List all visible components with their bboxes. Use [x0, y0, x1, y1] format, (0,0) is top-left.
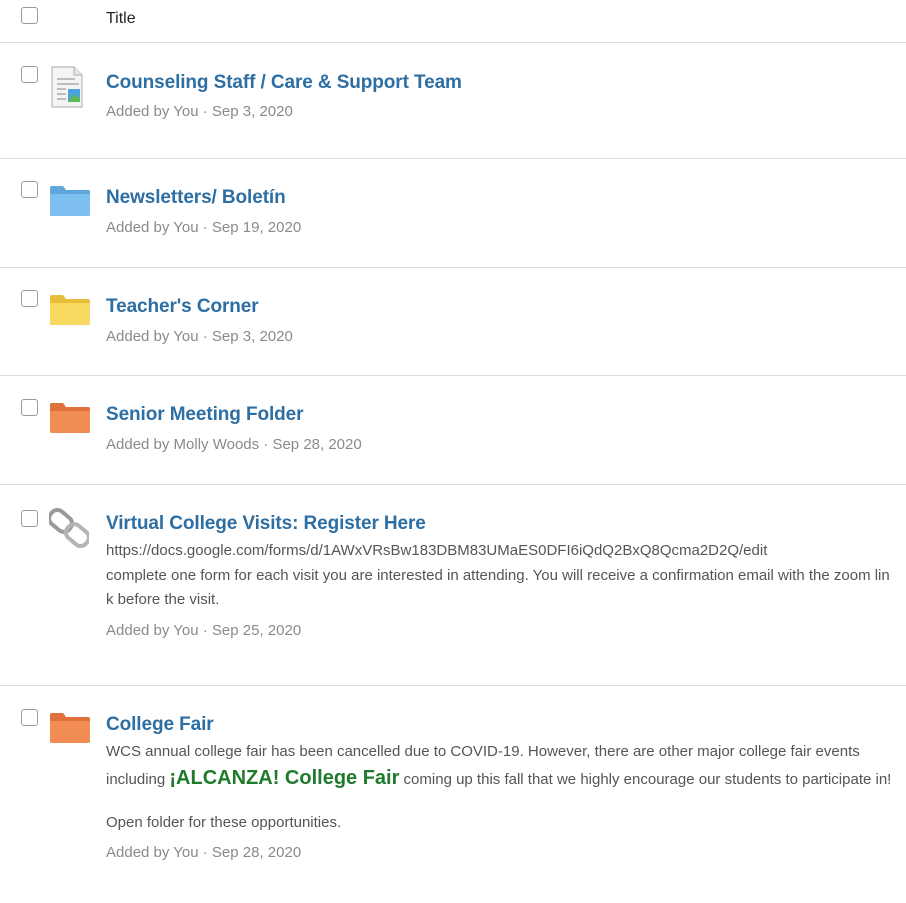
list-item: Counseling Staff / Care & Support Team A…: [0, 43, 906, 159]
folder-icon: [49, 185, 91, 222]
alcanza-highlight: ¡ALCANZA! College Fair: [169, 767, 400, 789]
item-description-2: Open folder for these opportunities.: [106, 814, 342, 831]
title-column-header: Title: [106, 10, 136, 27]
list-item: Teacher's Corner Added by You · Sep 3, 2…: [0, 268, 906, 376]
item-title-link[interactable]: College Fair: [106, 713, 896, 737]
item-description: complete one form for each visit you are…: [106, 567, 890, 608]
list-item: Newsletters/ Boletín Added by You · Sep …: [0, 159, 906, 268]
document-icon: [49, 66, 85, 113]
folder-icon: [49, 402, 91, 439]
item-checkbox[interactable]: [21, 290, 38, 307]
item-meta: Added by You · Sep 3, 2020: [106, 103, 293, 120]
item-checkbox[interactable]: [21, 399, 38, 416]
list-item: College Fair WCS annual college fair has…: [0, 686, 906, 903]
item-title-link[interactable]: Senior Meeting Folder: [106, 403, 896, 427]
item-title-link[interactable]: Counseling Staff / Care & Support Team: [106, 71, 896, 95]
item-meta: Added by You · Sep 19, 2020: [106, 219, 302, 236]
item-description: WCS annual college fair has been cancell…: [106, 739, 896, 793]
item-url[interactable]: https://docs.google.com/forms/d/1AWxVRsB…: [106, 540, 896, 562]
item-title-link[interactable]: Virtual College Visits: Register Here: [106, 512, 896, 536]
item-meta: Added by You · Sep 28, 2020: [106, 844, 302, 861]
list-item: Senior Meeting Folder Added by Molly Woo…: [0, 376, 906, 485]
file-list: Title Counseling Staff / Care & Support …: [0, 0, 906, 903]
select-all-checkbox[interactable]: [21, 7, 38, 24]
description-text: coming up this fall that we highly encou…: [399, 771, 892, 788]
list-header: Title: [0, 0, 906, 43]
link-icon: [47, 504, 91, 557]
folder-icon: [49, 294, 91, 331]
item-checkbox[interactable]: [21, 66, 38, 83]
item-title-link[interactable]: Teacher's Corner: [106, 295, 896, 319]
folder-icon: [49, 712, 91, 749]
item-checkbox[interactable]: [21, 709, 38, 726]
item-meta: Added by You · Sep 3, 2020: [106, 328, 293, 345]
item-meta: Added by Molly Woods · Sep 28, 2020: [106, 436, 362, 453]
item-checkbox[interactable]: [21, 181, 38, 198]
list-item: Virtual College Visits: Register Here ht…: [0, 485, 906, 686]
item-title-link[interactable]: Newsletters/ Boletín: [106, 186, 896, 210]
item-checkbox[interactable]: [21, 510, 38, 527]
item-meta: Added by You · Sep 25, 2020: [106, 622, 302, 639]
